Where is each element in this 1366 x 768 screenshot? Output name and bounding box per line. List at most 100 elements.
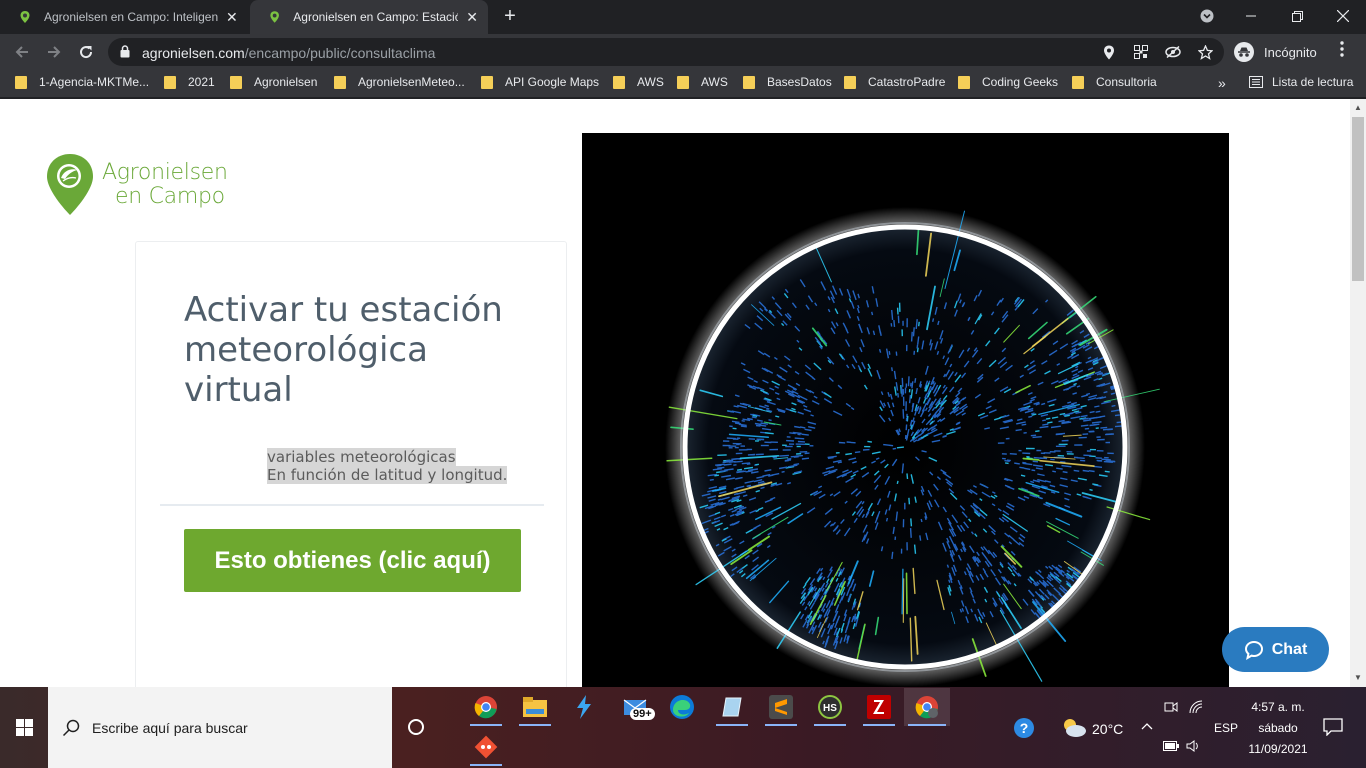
sublime-text-icon[interactable] bbox=[761, 688, 801, 726]
new-tab-button[interactable]: + bbox=[500, 5, 520, 28]
bookmark-folder[interactable]: Agronielsen bbox=[230, 75, 317, 89]
back-icon[interactable] bbox=[10, 40, 34, 64]
bookmark-folder[interactable]: AWS bbox=[613, 75, 664, 89]
map-pin-favicon-icon bbox=[20, 11, 30, 23]
close-window-icon[interactable] bbox=[1320, 0, 1366, 32]
bookmark-folder[interactable]: AgronielsenMeteo... bbox=[334, 75, 465, 89]
bookmark-folder[interactable]: Consultoria bbox=[1072, 75, 1157, 89]
tab-inteligencia[interactable]: Agronielsen en Campo: Inteligencia ✕ bbox=[0, 0, 250, 34]
page-title: Activar tu estación meteorológica virtua… bbox=[184, 290, 503, 410]
browser-tab-strip: Agronielsen en Campo: Inteligencia ✕ Agr… bbox=[0, 0, 1366, 34]
folder-icon bbox=[334, 75, 346, 89]
brand-logo-text: Agronielsen en Campo bbox=[102, 160, 228, 209]
tab-title: Agronielsen en Campo: Estación meteoroló… bbox=[293, 10, 459, 24]
close-tab-icon[interactable]: ✕ bbox=[226, 9, 238, 26]
chrome-incognito-taskbar-icon[interactable] bbox=[904, 688, 950, 726]
location-icon[interactable] bbox=[1101, 44, 1117, 60]
lock-icon[interactable] bbox=[120, 45, 130, 58]
incognito-indicator[interactable]: Incógnito bbox=[1234, 39, 1317, 65]
volume-icon[interactable] bbox=[1185, 739, 1203, 753]
clock-time[interactable]: 4:57 a. m. bbox=[1244, 700, 1312, 714]
mail-icon[interactable]: 99+ bbox=[616, 688, 656, 726]
map-pin-favicon-icon bbox=[270, 11, 279, 23]
agronielsen-pin-logo-icon bbox=[47, 154, 93, 215]
weather-temperature[interactable]: 20°C bbox=[1092, 721, 1123, 737]
notifications-icon[interactable] bbox=[1322, 716, 1344, 738]
restore-icon[interactable] bbox=[1274, 0, 1320, 32]
get-benefits-button[interactable]: Esto obtienes (clic aquí) bbox=[184, 529, 521, 592]
chevron-up-icon[interactable] bbox=[1139, 718, 1155, 734]
tab-title: Agronielsen en Campo: Inteligencia bbox=[44, 10, 218, 24]
globe-graphic bbox=[665, 207, 1160, 687]
bookmark-star-icon[interactable] bbox=[1197, 44, 1213, 60]
file-explorer-icon[interactable] bbox=[515, 688, 555, 726]
battery-icon[interactable] bbox=[1163, 739, 1179, 753]
taskbar-search-box[interactable]: Escribe aquí para buscar bbox=[48, 687, 392, 768]
page-content: Agronielsen en Campo Activar tu estación… bbox=[0, 99, 1350, 687]
tab-search-icon[interactable] bbox=[1184, 0, 1230, 32]
clock-date[interactable]: 11/09/2021 bbox=[1244, 742, 1312, 756]
folder-icon bbox=[1072, 75, 1084, 89]
highlight-lat-long: En función de latitud y longitud. bbox=[267, 466, 508, 484]
url-text: agronielsen.com/encampo/public/consultac… bbox=[142, 45, 436, 61]
svg-text:?: ? bbox=[1020, 720, 1029, 736]
chrome-taskbar-icon[interactable] bbox=[466, 688, 506, 726]
clock-day[interactable]: sábado bbox=[1244, 721, 1312, 735]
menu-kebab-icon[interactable] bbox=[1340, 41, 1344, 62]
weather-icon[interactable] bbox=[1060, 715, 1088, 741]
folder-icon bbox=[613, 75, 625, 89]
mail-badge: 99+ bbox=[630, 708, 655, 720]
folder-icon bbox=[743, 75, 755, 89]
bookmark-folder[interactable]: 1-Agencia-MKTMe... bbox=[15, 75, 149, 89]
scroll-up-icon[interactable]: ▲ bbox=[1354, 103, 1362, 112]
highlight-variables: variables meteorológicas bbox=[267, 448, 456, 466]
svg-text:HS: HS bbox=[823, 703, 837, 714]
divider bbox=[160, 504, 544, 506]
scroll-down-icon[interactable]: ▼ bbox=[1354, 673, 1362, 682]
language-indicator[interactable]: ESP bbox=[1214, 721, 1238, 735]
close-tab-icon[interactable]: ✕ bbox=[466, 9, 478, 26]
wifi-icon[interactable] bbox=[1187, 699, 1205, 715]
folder-icon bbox=[958, 75, 970, 89]
tab-estacion[interactable]: Agronielsen en Campo: Estación meteoroló… bbox=[250, 0, 488, 34]
folder-icon bbox=[15, 75, 27, 89]
meet-now-icon[interactable] bbox=[1163, 699, 1179, 715]
address-bar[interactable]: agronielsen.com/encampo/public/consultac… bbox=[108, 38, 1224, 66]
page-scrollbar[interactable]: ▲ ▼ bbox=[1350, 99, 1366, 687]
qr-code-icon[interactable] bbox=[1133, 44, 1149, 60]
bookmark-folder[interactable]: BasesDatos bbox=[743, 75, 832, 89]
browser-toolbar: agronielsen.com/encampo/public/consultac… bbox=[0, 34, 1366, 70]
bookmark-folder[interactable]: API Google Maps bbox=[481, 75, 599, 89]
windows-taskbar: Escribe aquí para buscar 99+ HS ? 20°C E… bbox=[0, 687, 1366, 768]
activation-card: Activar tu estación meteorológica virtua… bbox=[135, 241, 567, 687]
reading-list-icon bbox=[1249, 76, 1263, 88]
bolt-app-icon[interactable] bbox=[564, 688, 604, 726]
chat-bubble-icon bbox=[1244, 640, 1263, 660]
bookmarks-overflow-button[interactable]: » bbox=[1218, 75, 1226, 91]
incognito-label: Incógnito bbox=[1264, 44, 1317, 60]
notepad-app-icon[interactable] bbox=[712, 688, 752, 726]
bookmark-folder[interactable]: CatastroPadre bbox=[844, 75, 945, 89]
chat-button[interactable]: Chat bbox=[1222, 627, 1329, 672]
git-app-icon[interactable] bbox=[466, 728, 506, 766]
heidisql-icon[interactable]: HS bbox=[810, 688, 850, 726]
reading-list-button[interactable]: Lista de lectura bbox=[1249, 75, 1353, 89]
forward-icon[interactable] bbox=[42, 40, 66, 64]
search-icon bbox=[62, 719, 80, 736]
help-icon[interactable]: ? bbox=[1012, 716, 1036, 740]
edge-icon[interactable] bbox=[662, 688, 702, 726]
reload-icon[interactable] bbox=[74, 40, 98, 64]
scrollbar-thumb[interactable] bbox=[1352, 117, 1364, 281]
incognito-icon bbox=[1234, 42, 1254, 62]
eye-off-icon[interactable] bbox=[1165, 44, 1181, 60]
bookmark-folder[interactable]: 2021 bbox=[164, 75, 215, 89]
weather-globe-visualization bbox=[582, 133, 1229, 687]
bookmarks-bar: 1-Agencia-MKTMe... 2021 Agronielsen Agro… bbox=[0, 70, 1366, 98]
folder-icon bbox=[844, 75, 856, 89]
filezilla-icon[interactable] bbox=[859, 688, 899, 726]
windows-start-icon[interactable] bbox=[0, 687, 48, 768]
bookmark-folder[interactable]: AWS bbox=[677, 75, 728, 89]
bookmark-folder[interactable]: Coding Geeks bbox=[958, 75, 1058, 89]
minimize-icon[interactable] bbox=[1228, 0, 1274, 32]
cortana-icon[interactable] bbox=[404, 715, 428, 739]
